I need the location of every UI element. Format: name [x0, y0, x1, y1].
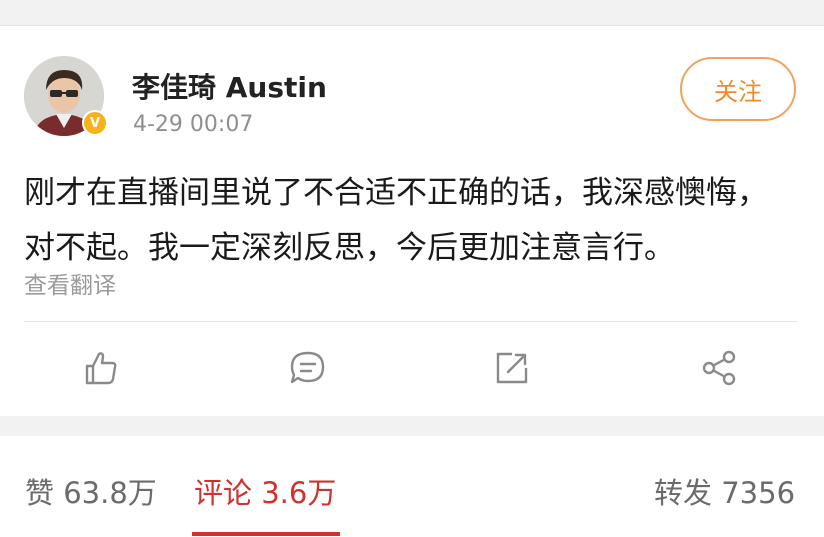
reposts-tab[interactable]: 转发 7356 — [654, 470, 795, 512]
view-translation-link[interactable]: 查看翻译 — [24, 266, 116, 300]
username[interactable]: 李佳琦 Austin — [132, 66, 327, 106]
like-button[interactable] — [79, 346, 123, 390]
verified-badge-icon: V — [82, 110, 108, 136]
comment-icon — [290, 351, 325, 384]
repost-button[interactable] — [490, 346, 534, 390]
share-button[interactable] — [698, 346, 742, 390]
follow-button[interactable]: 关注 — [680, 57, 796, 121]
divider — [24, 321, 798, 322]
active-tab-indicator — [192, 532, 340, 536]
repost-icon — [496, 352, 528, 384]
post-card: V 李佳琦 Austin 4-29 00:07 关注 刚才在直播间里说了不合适不… — [0, 26, 824, 416]
stats-tab-bar: 赞 63.8万 评论 3.6万 转发 7356 — [0, 436, 824, 537]
comment-button[interactable] — [286, 346, 330, 390]
likes-tab[interactable]: 赞 63.8万 — [25, 470, 157, 512]
comments-tab[interactable]: 评论 3.6万 — [194, 470, 336, 512]
post-timestamp: 4-29 00:07 — [133, 112, 254, 137]
post-text: 刚才在直播间里说了不合适不正确的话，我深感懊悔，对不起。我一定深刻反思，今后更加… — [24, 175, 768, 266]
thumbs-up-icon — [85, 352, 117, 385]
share-icon — [702, 350, 736, 386]
top-bar — [0, 0, 824, 26]
section-gap — [0, 416, 824, 436]
